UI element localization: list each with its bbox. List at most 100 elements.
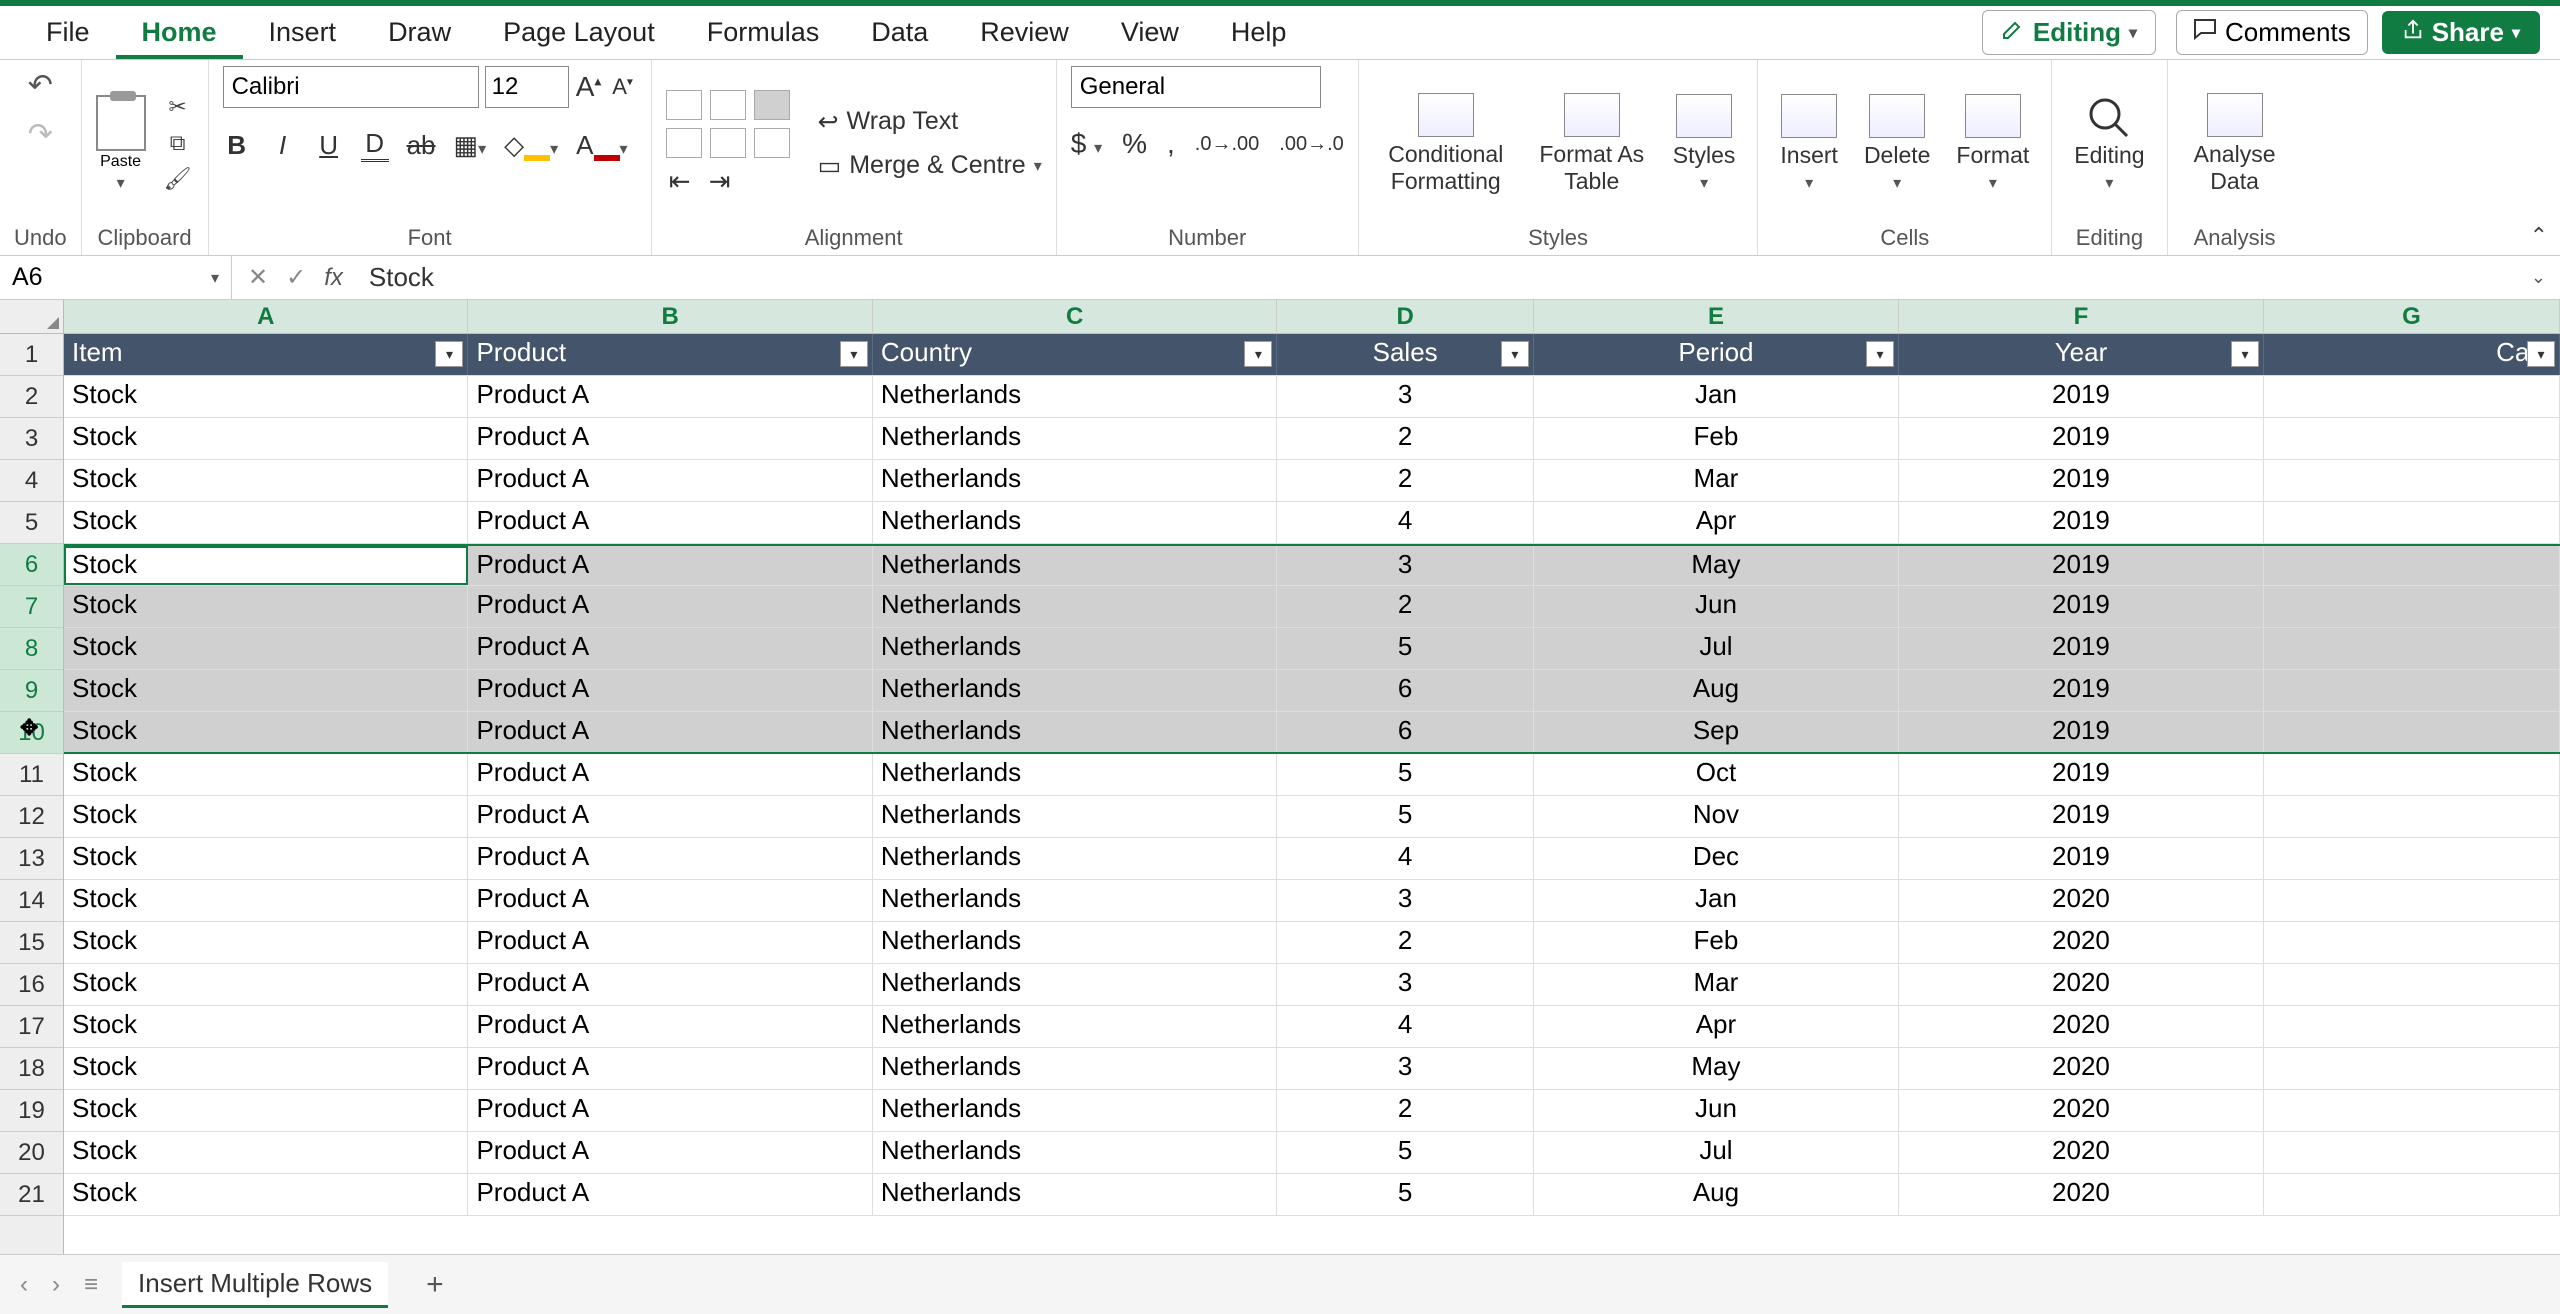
- col-header-D[interactable]: D: [1277, 300, 1534, 333]
- cell[interactable]: Jul: [1534, 1132, 1899, 1173]
- double-underline-button[interactable]: D: [361, 128, 389, 162]
- shrink-font-button[interactable]: A▾: [609, 74, 637, 100]
- cell[interactable]: [2264, 922, 2560, 963]
- cell[interactable]: [2264, 754, 2560, 795]
- increase-indent-button[interactable]: ⇥: [706, 166, 734, 197]
- menu-page-layout[interactable]: Page Layout: [477, 6, 681, 59]
- menu-draw[interactable]: Draw: [362, 6, 477, 59]
- font-size-select[interactable]: [485, 66, 569, 108]
- row-header-16[interactable]: 16: [0, 964, 63, 1006]
- sheet-nav-prev[interactable]: ‹: [20, 1271, 28, 1299]
- cell[interactable]: Netherlands: [873, 502, 1277, 543]
- underline-button[interactable]: U: [315, 130, 343, 161]
- format-painter-button[interactable]: 🖌: [162, 166, 194, 194]
- cell[interactable]: Mar: [1534, 964, 1899, 1005]
- cell[interactable]: 5: [1277, 1132, 1534, 1173]
- cell[interactable]: Product A: [468, 670, 872, 711]
- cell[interactable]: Product A: [468, 1174, 872, 1215]
- cell[interactable]: Jul: [1534, 628, 1899, 669]
- cell[interactable]: Stock: [64, 1006, 468, 1047]
- cell[interactable]: Product A: [468, 880, 872, 921]
- cell[interactable]: Product A: [468, 712, 872, 752]
- filter-button[interactable]: ▾: [2527, 341, 2555, 367]
- cell[interactable]: [2264, 1006, 2560, 1047]
- menu-formulas[interactable]: Formulas: [681, 6, 846, 59]
- header-cell-sales[interactable]: Sales▾: [1277, 334, 1534, 375]
- decrease-indent-button[interactable]: ⇤: [666, 166, 694, 197]
- cell[interactable]: 4: [1277, 1006, 1534, 1047]
- strikethrough-button[interactable]: ab: [407, 130, 436, 161]
- row-header-18[interactable]: 18: [0, 1048, 63, 1090]
- menu-data[interactable]: Data: [845, 6, 954, 59]
- cell[interactable]: Product A: [468, 964, 872, 1005]
- cell[interactable]: 6: [1277, 670, 1534, 711]
- col-header-B[interactable]: B: [468, 300, 872, 333]
- cell[interactable]: Netherlands: [873, 460, 1277, 501]
- alignment-grid[interactable]: [666, 90, 790, 158]
- italic-button[interactable]: I: [269, 130, 297, 161]
- cell[interactable]: [2264, 712, 2560, 752]
- cell[interactable]: [2264, 1090, 2560, 1131]
- cell[interactable]: Netherlands: [873, 838, 1277, 879]
- cell[interactable]: Product A: [468, 1090, 872, 1131]
- cell[interactable]: Sep: [1534, 712, 1899, 752]
- fill-color-button[interactable]: ◇▾: [504, 130, 558, 161]
- filter-button[interactable]: ▾: [1501, 341, 1529, 367]
- collapse-ribbon-button[interactable]: ⌃: [2530, 223, 2548, 249]
- cell[interactable]: Jun: [1534, 586, 1899, 627]
- fx-icon[interactable]: fx: [324, 264, 343, 292]
- cell[interactable]: Jan: [1534, 880, 1899, 921]
- cell[interactable]: 2: [1277, 418, 1534, 459]
- cell[interactable]: Stock: [64, 586, 468, 627]
- cell[interactable]: [2264, 880, 2560, 921]
- row-header-9[interactable]: 9: [0, 670, 63, 712]
- cell[interactable]: Product A: [468, 546, 872, 585]
- cell[interactable]: Netherlands: [873, 586, 1277, 627]
- cell[interactable]: Aug: [1534, 1174, 1899, 1215]
- cell[interactable]: Stock: [64, 1090, 468, 1131]
- cell[interactable]: 2: [1277, 586, 1534, 627]
- cell[interactable]: [2264, 796, 2560, 837]
- cell[interactable]: 2020: [1899, 1132, 2264, 1173]
- cell[interactable]: Product A: [468, 376, 872, 417]
- cell[interactable]: Netherlands: [873, 754, 1277, 795]
- menu-home[interactable]: Home: [116, 6, 243, 59]
- cell[interactable]: 2020: [1899, 1174, 2264, 1215]
- header-cell-period[interactable]: Period▾: [1534, 334, 1899, 375]
- cell[interactable]: Dec: [1534, 838, 1899, 879]
- cell[interactable]: Netherlands: [873, 1090, 1277, 1131]
- cell[interactable]: 2: [1277, 1090, 1534, 1131]
- cell[interactable]: Mar: [1534, 460, 1899, 501]
- cell[interactable]: Stock: [64, 880, 468, 921]
- cell[interactable]: Stock: [64, 712, 468, 752]
- cell[interactable]: Netherlands: [873, 1174, 1277, 1215]
- cell[interactable]: Oct: [1534, 754, 1899, 795]
- cell[interactable]: 2019: [1899, 586, 2264, 627]
- cell[interactable]: 2019: [1899, 838, 2264, 879]
- cell[interactable]: 2020: [1899, 1090, 2264, 1131]
- cell[interactable]: Stock: [64, 502, 468, 543]
- cell[interactable]: 3: [1277, 880, 1534, 921]
- cell[interactable]: 2019: [1899, 628, 2264, 669]
- cell[interactable]: Netherlands: [873, 796, 1277, 837]
- sheet-tab[interactable]: Insert Multiple Rows: [122, 1262, 388, 1308]
- cell[interactable]: Stock: [64, 376, 468, 417]
- row-header-14[interactable]: 14: [0, 880, 63, 922]
- delete-cells-button[interactable]: Delete▾: [1856, 94, 1938, 193]
- bold-button[interactable]: B: [223, 130, 251, 161]
- cell[interactable]: Apr: [1534, 1006, 1899, 1047]
- cell[interactable]: [2264, 418, 2560, 459]
- row-header-11[interactable]: 11: [0, 754, 63, 796]
- cell[interactable]: 2019: [1899, 712, 2264, 752]
- filter-button[interactable]: ▾: [1244, 341, 1272, 367]
- cell[interactable]: Stock: [64, 838, 468, 879]
- header-cell-country[interactable]: Country▾: [873, 334, 1277, 375]
- cell[interactable]: 2019: [1899, 754, 2264, 795]
- cell[interactable]: Stock: [64, 1048, 468, 1089]
- cut-button[interactable]: ✂: [162, 94, 194, 122]
- formula-input[interactable]: Stock: [359, 262, 2517, 293]
- cell[interactable]: Product A: [468, 1132, 872, 1173]
- cell-styles-button[interactable]: Styles▾: [1665, 94, 1744, 193]
- row-header-2[interactable]: 2: [0, 376, 63, 418]
- decrease-decimal-button[interactable]: .00→.0: [1279, 133, 1343, 156]
